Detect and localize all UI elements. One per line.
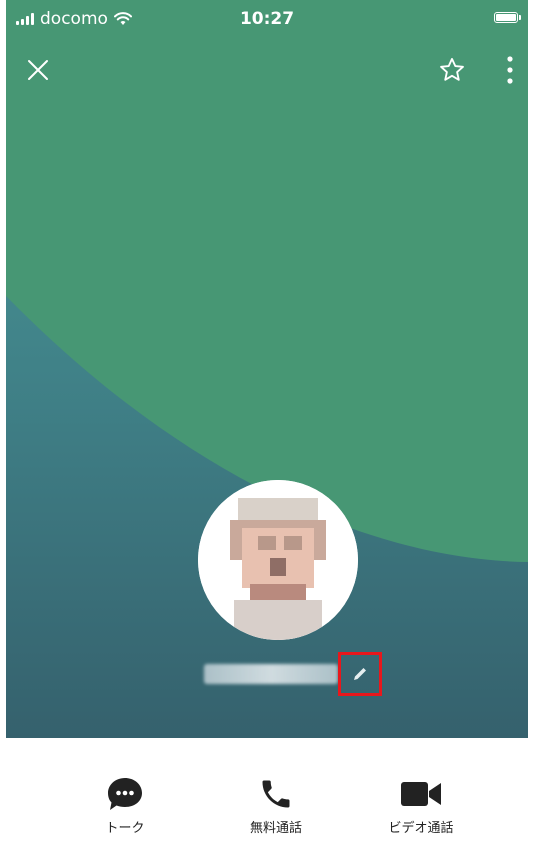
profile-name-row bbox=[200, 652, 400, 696]
star-outline-icon bbox=[440, 57, 464, 81]
favorite-button[interactable] bbox=[434, 52, 470, 88]
profile-name-blurred bbox=[204, 664, 338, 684]
status-bar: docomo 10:27 bbox=[6, 0, 528, 40]
edit-name-button[interactable] bbox=[338, 652, 382, 696]
pencil-icon bbox=[354, 668, 366, 680]
free-call-action-button[interactable]: 無料通話 bbox=[216, 760, 336, 842]
more-options-button[interactable] bbox=[492, 52, 528, 88]
close-button[interactable] bbox=[20, 52, 56, 88]
status-time: 10:27 bbox=[239, 9, 295, 29]
profile-actions: トーク 無料通話 ビデオ通話 bbox=[0, 760, 534, 842]
video-camera-icon bbox=[401, 782, 441, 806]
talk-action-button[interactable]: トーク bbox=[65, 760, 185, 842]
vertical-ellipsis-icon bbox=[507, 56, 513, 84]
avatar-image bbox=[198, 480, 358, 640]
profile-screen: docomo 10:27 トーク 無料通話 ビデオ通話 bbox=[0, 0, 534, 842]
close-icon bbox=[28, 60, 48, 80]
profile-avatar[interactable] bbox=[198, 480, 358, 640]
battery-icon bbox=[494, 12, 521, 23]
chat-bubble-icon bbox=[108, 778, 142, 810]
free-call-label: 無料通話 bbox=[249, 821, 302, 836]
video-call-action-button[interactable]: ビデオ通話 bbox=[361, 760, 481, 842]
phone-icon bbox=[262, 780, 290, 808]
talk-label: トーク bbox=[105, 821, 145, 836]
video-call-label: ビデオ通話 bbox=[388, 821, 454, 836]
